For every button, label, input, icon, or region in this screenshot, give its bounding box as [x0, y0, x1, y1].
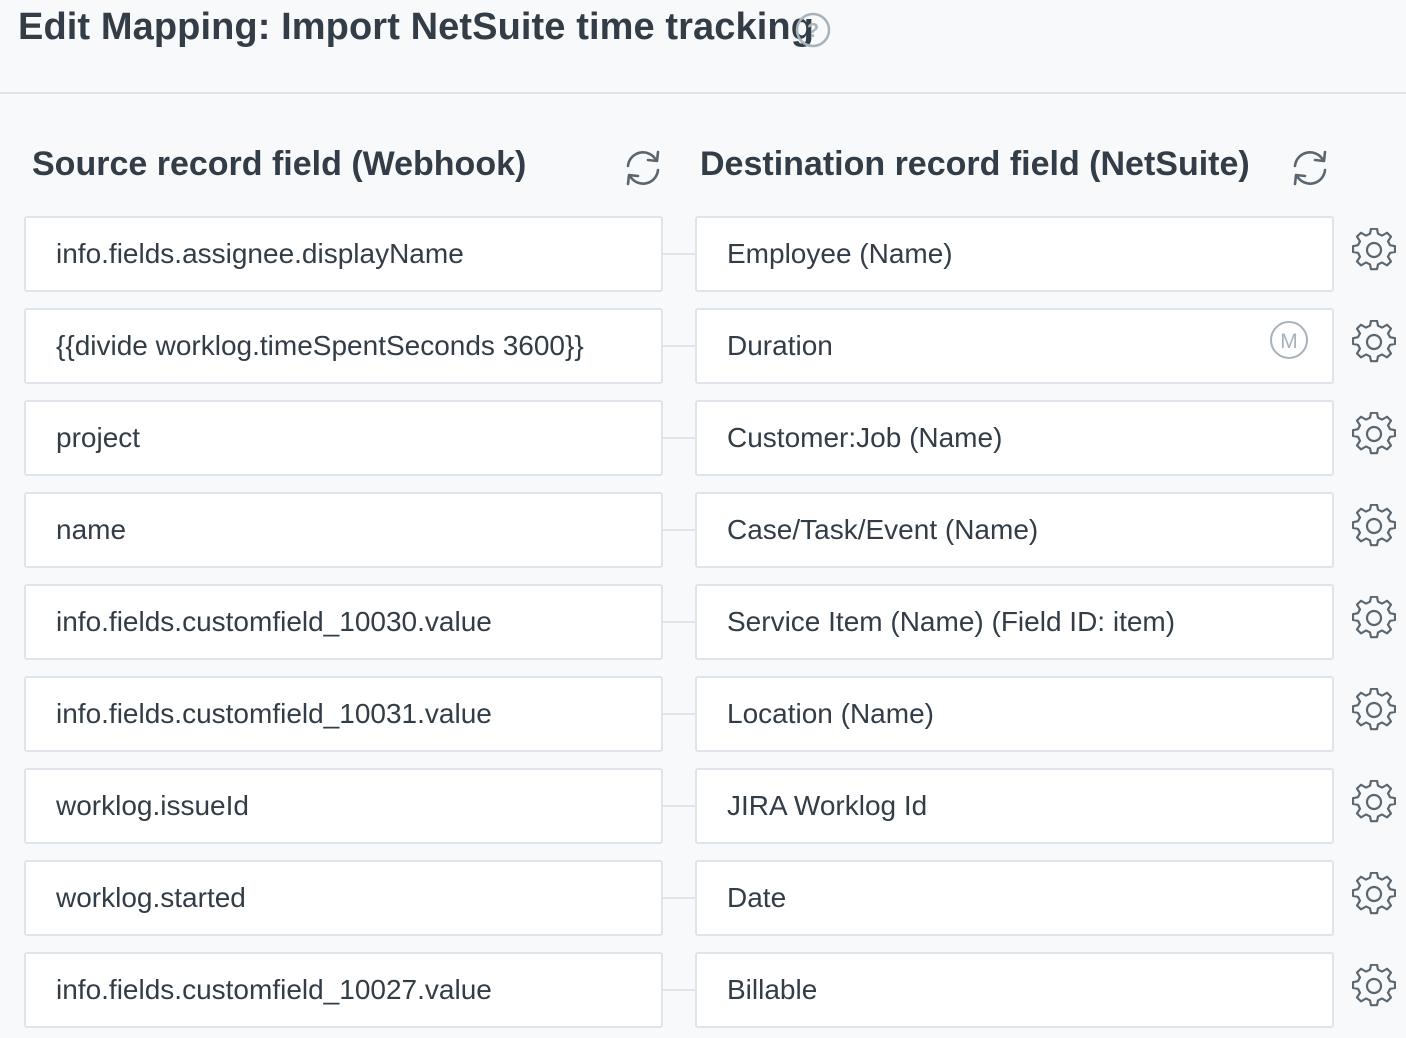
row-connector [663, 253, 695, 255]
source-field[interactable]: {{divide worklog.timeSpentSeconds 3600}} [24, 308, 663, 384]
source-field[interactable]: worklog.started [24, 860, 663, 936]
source-field[interactable]: worklog.issueId [24, 768, 663, 844]
destination-field[interactable]: Customer:Job (Name) [695, 400, 1334, 476]
mapping-badge-m-icon: M [1270, 321, 1308, 359]
destination-field[interactable]: Service Item (Name) (Field ID: item) [695, 584, 1334, 660]
destination-field[interactable]: Location (Name) [695, 676, 1334, 752]
row-settings-gear-icon[interactable] [1352, 964, 1396, 1008]
destination-field[interactable]: Billable [695, 952, 1334, 1028]
destination-field[interactable]: Case/Task/Event (Name) [695, 492, 1334, 568]
row-settings-gear-icon[interactable] [1352, 872, 1396, 916]
svg-text:?: ? [807, 20, 819, 42]
source-field[interactable]: project [24, 400, 663, 476]
source-field[interactable]: name [24, 492, 663, 568]
destination-field[interactable]: JIRA Worklog Id [695, 768, 1334, 844]
page-title: Edit Mapping: Import NetSuite time track… [18, 6, 815, 48]
source-field[interactable]: info.fields.customfield_10031.value [24, 676, 663, 752]
row-connector [663, 529, 695, 531]
row-settings-gear-icon[interactable] [1352, 320, 1396, 364]
destination-field[interactable]: Duration [695, 308, 1334, 384]
row-connector [663, 345, 695, 347]
row-connector [663, 437, 695, 439]
source-field[interactable]: info.fields.customfield_10030.value [24, 584, 663, 660]
destination-column-heading: Destination record field (NetSuite) [700, 145, 1250, 183]
help-icon[interactable]: ? [795, 12, 831, 48]
row-connector [663, 989, 695, 991]
row-settings-gear-icon[interactable] [1352, 412, 1396, 456]
destination-field[interactable]: Employee (Name) [695, 216, 1334, 292]
source-field[interactable]: info.fields.assignee.displayName [24, 216, 663, 292]
row-connector [663, 621, 695, 623]
source-field[interactable]: info.fields.customfield_10027.value [24, 952, 663, 1028]
row-settings-gear-icon[interactable] [1352, 228, 1396, 272]
page-header: Edit Mapping: Import NetSuite time track… [0, 0, 1406, 94]
row-connector [663, 713, 695, 715]
row-settings-gear-icon[interactable] [1352, 780, 1396, 824]
row-settings-gear-icon[interactable] [1352, 596, 1396, 640]
destination-refresh-icon[interactable] [1289, 147, 1331, 189]
mapping-badge-label: M [1280, 330, 1298, 353]
row-connector [663, 805, 695, 807]
source-refresh-icon[interactable] [622, 147, 664, 189]
row-settings-gear-icon[interactable] [1352, 688, 1396, 732]
destination-field[interactable]: Date [695, 860, 1334, 936]
row-connector [663, 897, 695, 899]
source-column-heading: Source record field (Webhook) [32, 145, 527, 183]
row-settings-gear-icon[interactable] [1352, 504, 1396, 548]
